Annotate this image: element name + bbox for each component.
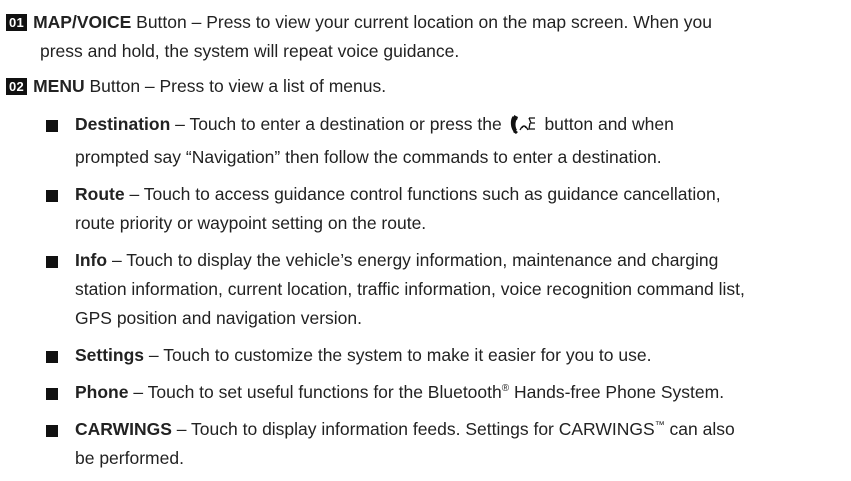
info-line1: Info – Touch to display the vehicle’s en… <box>75 246 851 275</box>
destination-text: – Touch to enter a destination or press … <box>170 114 507 134</box>
info-line2: station information, current location, t… <box>75 279 745 299</box>
list-item-carwings: CARWINGS – Touch to display information … <box>44 415 851 473</box>
phone-text: – Touch to set useful functions for the … <box>128 382 502 402</box>
item-map-voice-line1: 01 MAP/VOICE Button – Press to view your … <box>6 8 851 37</box>
bullet-square-icon <box>46 425 58 437</box>
bullet-square-icon <box>46 388 58 400</box>
list-item-destination: Destination – Touch to enter a destinati… <box>44 110 851 172</box>
item-menu-line1: 02 MENU Button – Press to view a list of … <box>6 72 851 101</box>
settings-line1: Settings – Touch to customize the system… <box>75 341 851 370</box>
carwings-text-after: can also <box>664 419 735 439</box>
info-label: Info <box>75 250 108 270</box>
item-number-badge: 02 <box>6 78 28 95</box>
menu-label: MENU <box>33 76 85 96</box>
map-voice-description: Button – Press to view your current loca… <box>131 12 712 32</box>
route-label: Route <box>75 184 125 204</box>
phone-text-after: Hands-free Phone System. <box>509 382 725 402</box>
route-text: – Touch to access guidance control funct… <box>124 184 721 204</box>
bullet-square-icon <box>46 190 58 202</box>
map-voice-label: MAP/VOICE <box>33 12 132 32</box>
route-line2: route priority or waypoint setting on th… <box>75 213 427 233</box>
bullet-square-icon <box>46 351 58 363</box>
carwings-label: CARWINGS <box>75 419 172 439</box>
destination-label: Destination <box>75 114 171 134</box>
item-number-badge: 01 <box>6 14 28 31</box>
item-menu: 02 MENU Button – Press to view a list of … <box>6 72 851 101</box>
carwings-line1: CARWINGS – Touch to display information … <box>75 415 851 444</box>
menu-description: Button – Press to view a list of menus. <box>84 76 387 96</box>
carwings-text: – Touch to display information feeds. Se… <box>171 419 655 439</box>
info-line3: GPS position and navigation version. <box>75 308 362 328</box>
bullet-square-icon <box>46 256 58 268</box>
trademark-mark: ™ <box>654 420 665 432</box>
list-item-settings: Settings – Touch to customize the system… <box>44 341 851 370</box>
list-item-phone: Phone – Touch to set useful functions fo… <box>44 378 851 407</box>
menu-items-list: Destination – Touch to enter a destinati… <box>44 110 851 481</box>
settings-text: – Touch to customize the system to make … <box>144 345 652 365</box>
settings-label: Settings <box>75 345 145 365</box>
list-item-route: Route – Touch to access guidance control… <box>44 180 851 238</box>
list-item-info: Info – Touch to display the vehicle’s en… <box>44 246 851 333</box>
destination-text-after: button and when <box>539 114 674 134</box>
destination-line1: Destination – Touch to enter a destinati… <box>75 110 851 143</box>
item-map-voice: 01 MAP/VOICE Button – Press to view your … <box>6 8 851 66</box>
route-line1: Route – Touch to access guidance control… <box>75 180 851 209</box>
carwings-line2: be performed. <box>75 448 184 468</box>
bullet-square-icon <box>46 120 58 132</box>
info-text: – Touch to display the vehicle’s energy … <box>107 250 719 270</box>
map-voice-description-cont: press and hold, the system will repeat v… <box>40 41 460 61</box>
destination-line2: prompted say “Navigation” then follow th… <box>75 147 662 167</box>
voice-talk-icon <box>509 114 537 143</box>
phone-line1: Phone – Touch to set useful functions fo… <box>75 378 851 407</box>
phone-label: Phone <box>75 382 129 402</box>
manual-page: 01 MAP/VOICE Button – Press to view your … <box>0 0 851 468</box>
